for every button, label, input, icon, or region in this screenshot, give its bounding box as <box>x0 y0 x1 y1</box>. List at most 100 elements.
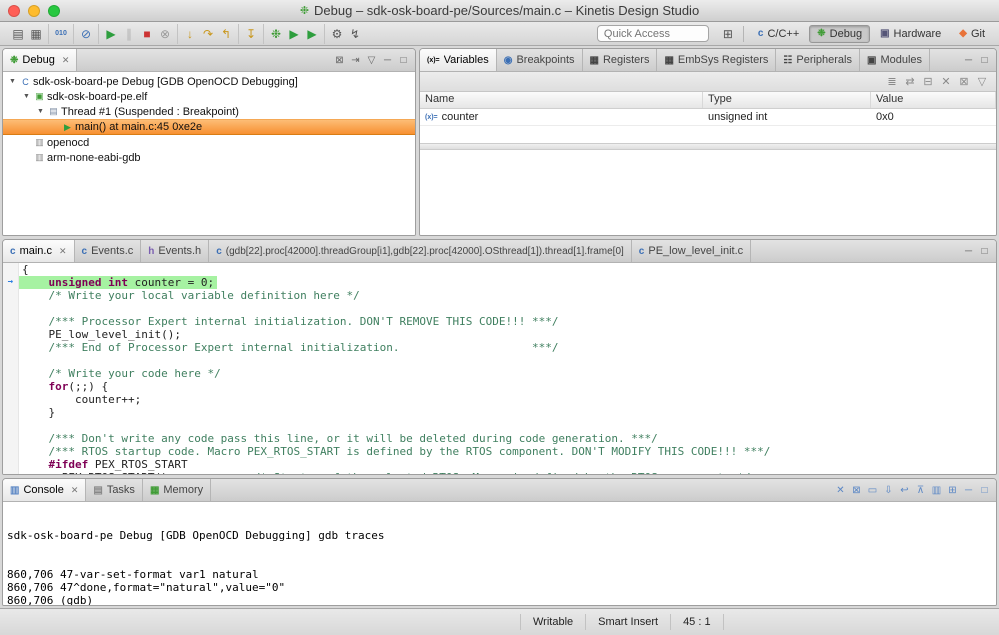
minimize-window-button[interactable] <box>28 5 40 17</box>
save-icon[interactable]: ▦ <box>27 25 45 43</box>
code-line[interactable] <box>3 354 996 367</box>
maximize-icon[interactable]: □ <box>977 483 992 498</box>
code-line[interactable]: counter++; <box>3 393 996 406</box>
code-line[interactable]: PEX_RTOS_START(); /* Startup of the sele… <box>3 471 996 474</box>
perspective-hardware[interactable]: ▣ Hardware <box>872 25 949 43</box>
remove-all-terminated-icon[interactable]: ⊠ <box>332 53 347 68</box>
close-window-button[interactable] <box>8 5 20 17</box>
remove-launch-icon[interactable]: ✕ <box>833 483 848 498</box>
view-menu-icon[interactable]: ▽ <box>974 74 990 90</box>
code-line[interactable]: /*** RTOS startup code. Macro PEX_RTOS_S… <box>3 445 996 458</box>
minimize-icon[interactable]: ─ <box>961 483 976 498</box>
quick-access-input[interactable] <box>596 25 709 42</box>
clear-console-icon[interactable]: ▭ <box>865 483 880 498</box>
code-line[interactable]: { <box>3 263 996 276</box>
debug-tree-item[interactable]: ▼ ▣ sdk-osk-board-pe.elf <box>3 89 415 104</box>
detail-pane-sash[interactable] <box>420 143 996 150</box>
editor-tab[interactable]: c main.c ✕ <box>3 240 75 262</box>
tab-memory[interactable]: ▦ Memory <box>143 479 212 501</box>
column-header-type[interactable]: Type <box>703 92 871 108</box>
open-perspective-icon[interactable]: ⊞ <box>719 25 737 43</box>
expander-icon[interactable]: ▼ <box>35 108 46 115</box>
variable-row[interactable]: (x)= counter unsigned int 0x0 <box>420 109 996 126</box>
minimize-icon[interactable]: ─ <box>961 53 976 68</box>
collapse-all-icon[interactable]: ⊟ <box>920 74 936 90</box>
scroll-lock-icon[interactable]: ⇩ <box>881 483 896 498</box>
column-header-value[interactable]: Value <box>871 92 996 108</box>
word-wrap-icon[interactable]: ↩ <box>897 483 912 498</box>
tab-debug[interactable]: ❉ Debug ✕ <box>3 49 78 71</box>
debug-tree-item[interactable]: ▼ ▤ Thread #1 (Suspended : Breakpoint) <box>3 104 415 119</box>
close-icon[interactable]: ✕ <box>71 485 79 496</box>
step-into-icon[interactable]: ↓ <box>181 25 199 43</box>
run-icon[interactable]: ▶ <box>285 25 303 43</box>
flash-icon[interactable]: ↯ <box>346 25 364 43</box>
code-line[interactable]: PE_low_level_init(); <box>3 328 996 341</box>
pin-console-icon[interactable]: ⊼ <box>913 483 928 498</box>
debug-tree-item[interactable]: ▼ Csdk-osk-board-pe Debug [GDB OpenOCD De… <box>3 74 415 89</box>
tab-modules[interactable]: ▣ Modules <box>860 49 931 71</box>
close-icon[interactable]: ✕ <box>59 246 67 257</box>
remove-selected-icon[interactable]: ✕ <box>938 74 954 90</box>
column-header-name[interactable]: Name <box>420 92 703 108</box>
console-output[interactable]: sdk-osk-board-pe Debug [GDB OpenOCD Debu… <box>3 502 996 605</box>
editor-tab[interactable]: c (gdb[22].proc[42000].threadGroup[i1],gd… <box>209 240 632 262</box>
remove-all-launches-icon[interactable]: ⊠ <box>849 483 864 498</box>
tab-peripherals[interactable]: ☷ Peripherals <box>776 49 860 71</box>
code-editor[interactable]: {→ unsigned int counter = 0; /* Write yo… <box>3 263 996 474</box>
expander-icon[interactable]: ▼ <box>21 93 32 100</box>
skip-all-breakpoints-icon[interactable]: ⊘ <box>77 25 95 43</box>
show-type-names-icon[interactable]: ≣ <box>884 74 900 90</box>
zoom-window-button[interactable] <box>48 5 60 17</box>
open-console-icon[interactable]: ⊞ <box>945 483 960 498</box>
perspective-debug[interactable]: ❉ Debug <box>809 24 871 43</box>
tab-breakpoints[interactable]: ◉ Breakpoints <box>497 49 583 71</box>
external-tools-icon[interactable]: ▶ <box>303 25 321 43</box>
code-line[interactable]: /*** Processor Expert internal initializ… <box>3 315 996 328</box>
suspend-icon[interactable]: ∥ <box>120 25 138 43</box>
code-line[interactable]: } <box>3 406 996 419</box>
close-icon[interactable]: ✕ <box>62 55 70 66</box>
debug-tree-item[interactable]: ▥ arm-none-eabi-gdb <box>3 150 415 165</box>
maximize-icon[interactable]: □ <box>396 53 411 68</box>
code-line[interactable]: /* Write your code here */ <box>3 367 996 380</box>
debug-tree-item[interactable]: ▶ main() at main.c:45 0xe2e <box>3 119 415 135</box>
tab-variables[interactable]: (x)= Variables <box>420 49 497 71</box>
step-return-icon[interactable]: ↰ <box>217 25 235 43</box>
maximize-icon[interactable]: □ <box>977 53 992 68</box>
code-line[interactable]: #ifdef PEX_RTOS_START <box>3 458 996 471</box>
code-line[interactable]: /*** Don't write any code pass this line… <box>3 432 996 445</box>
remove-all-icon[interactable]: ⊠ <box>956 74 972 90</box>
view-menu-icon[interactable]: ▽ <box>364 53 379 68</box>
editor-tab[interactable]: h Events.h <box>141 240 210 262</box>
tab-registers[interactable]: ▦ Registers <box>583 49 658 71</box>
expander-icon[interactable]: ▼ <box>7 78 18 85</box>
step-over-icon[interactable]: ↷ <box>199 25 217 43</box>
disconnect-icon[interactable]: ⊗ <box>156 25 174 43</box>
editor-tab[interactable]: c PE_low_level_init.c <box>632 240 752 262</box>
instruction-stepping-icon[interactable]: ↧ <box>242 25 260 43</box>
code-line[interactable]: /* Write your local variable definition … <box>3 289 996 302</box>
minimize-icon[interactable]: ─ <box>380 53 395 68</box>
code-line[interactable] <box>3 302 996 315</box>
tab-embsys-registers[interactable]: ▦ EmbSys Registers <box>657 49 777 71</box>
editor-tab[interactable]: c Events.c <box>75 240 142 262</box>
maximize-icon[interactable]: □ <box>977 244 992 259</box>
code-line[interactable]: /*** End of Processor Expert internal in… <box>3 341 996 354</box>
perspective-cc[interactable]: c C/C++ <box>750 25 807 43</box>
debug-icon[interactable]: ❉ <box>267 25 285 43</box>
minimize-icon[interactable]: ─ <box>961 244 976 259</box>
binary-display-icon[interactable]: 010 <box>52 25 70 43</box>
code-line[interactable]: for(;;) { <box>3 380 996 393</box>
show-logical-structure-icon[interactable]: ⇄ <box>902 74 918 90</box>
step-filters-icon[interactable]: ⇥ <box>348 53 363 68</box>
tab-console[interactable]: ▥ Console ✕ <box>3 479 87 501</box>
code-line[interactable] <box>3 419 996 432</box>
tab-tasks[interactable]: ▤ Tasks <box>86 479 143 501</box>
new-file-icon[interactable]: ▤ <box>9 25 27 43</box>
debug-tree-item[interactable]: ▥ openocd <box>3 135 415 150</box>
perspective-git[interactable]: ◆ Git <box>951 25 993 43</box>
display-selected-console-icon[interactable]: ▥ <box>929 483 944 498</box>
terminate-icon[interactable]: ■ <box>138 25 156 43</box>
gear-icon[interactable]: ⚙ <box>328 25 346 43</box>
